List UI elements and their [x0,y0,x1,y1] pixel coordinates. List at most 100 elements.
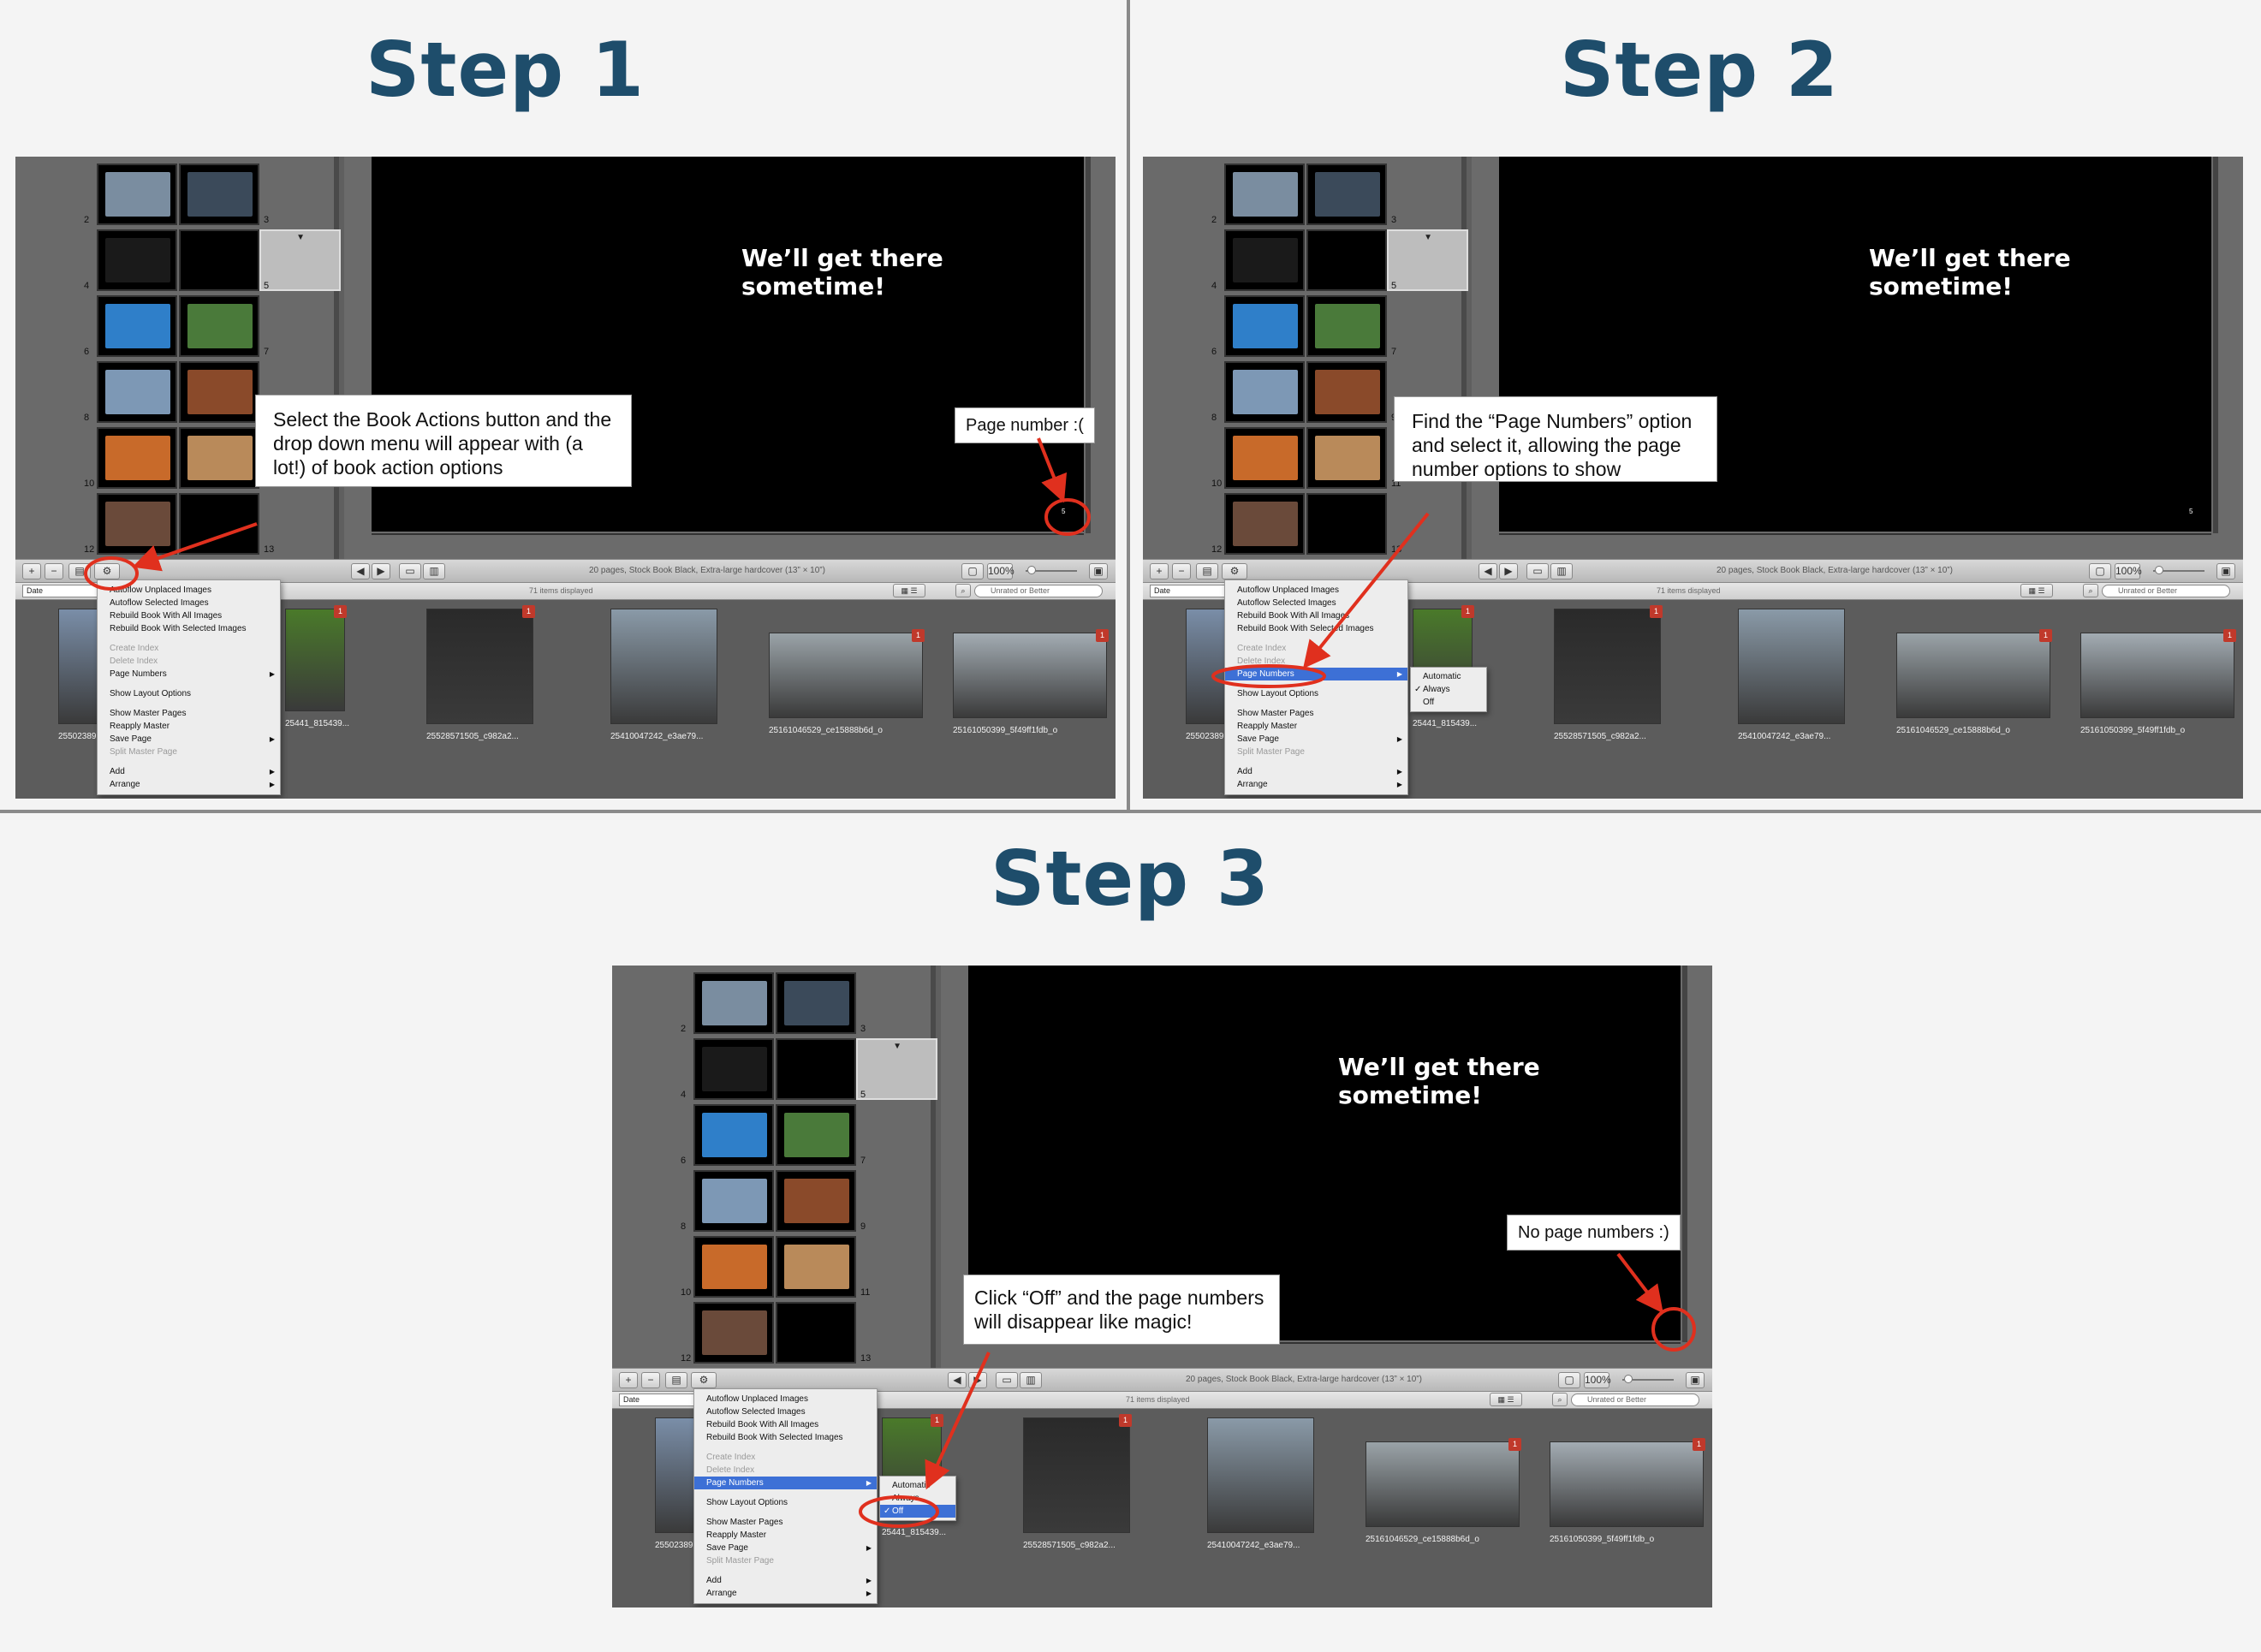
submenu-item[interactable]: Automatic [880,1479,955,1492]
fit-to-window-button[interactable]: ▢ [2089,563,2111,579]
page-thumbnail[interactable] [179,295,259,357]
browser-thumbnail[interactable]: 1 25161046529_ce15888b6d_o [1366,1438,1521,1544]
book-actions-menu[interactable]: Autoflow Unplaced Images Autoflow Selecte… [1224,579,1408,795]
page-spread[interactable]: ▼ [1224,229,1468,291]
page-thumbnail[interactable] [776,1302,856,1364]
book-actions-button[interactable]: ⚙ [94,563,120,579]
menu-item[interactable]: Show Layout Options [694,1496,877,1509]
browser-thumbnail[interactable]: 25502389 [655,1417,698,1550]
page-spread[interactable] [693,1104,856,1166]
previous-page-button[interactable]: ◀ [1479,563,1497,579]
page-spread[interactable] [1224,295,1387,357]
page-numbers-submenu[interactable]: Automatic ✓ Always Off [1410,667,1487,712]
page-caption[interactable]: We’ll get there sometime! [741,244,1084,300]
grid-view-button[interactable]: ▦ ☰ [893,584,925,597]
page-thumbnail[interactable] [1306,295,1387,357]
menu-item[interactable]: Arrange ▶ [98,778,280,791]
page-spread[interactable] [1224,163,1387,225]
vertical-scrollbar[interactable] [1682,966,1687,1342]
grid-view-button[interactable]: ▦ ☰ [1490,1393,1522,1406]
browser-thumbnail[interactable]: 1 25161046529_ce15888b6d_o [1896,629,2052,735]
page-thumbnail[interactable] [179,493,259,555]
page-layout-button[interactable]: ▤ [1196,563,1218,579]
menu-item[interactable]: Autoflow Selected Images [694,1405,877,1418]
fit-to-window-button[interactable]: ▢ [1558,1372,1580,1388]
page-thumbnail[interactable] [179,163,259,225]
page-spread[interactable]: ▼ [693,1038,937,1100]
menu-item[interactable]: Autoflow Selected Images [98,597,280,609]
vertical-scrollbar[interactable] [1086,157,1091,533]
previous-page-button[interactable]: ◀ [351,563,370,579]
remove-page-button[interactable]: − [1172,563,1191,579]
page-caption[interactable]: We’ll get there sometime! [1338,1053,1681,1109]
browser-thumbnail[interactable]: 25502389 [58,609,101,741]
single-page-view-button[interactable]: ▭ [996,1372,1018,1388]
rating-filter-field[interactable]: Unrated or Better [974,585,1103,597]
book-actions-menu[interactable]: Autoflow Unplaced Images Autoflow Selecte… [97,579,281,795]
menu-item[interactable]: Autoflow Unplaced Images [1225,584,1407,597]
book-actions-button[interactable]: ⚙ [1222,563,1247,579]
chevron-down-icon[interactable]: ▼ [296,233,305,242]
page-thumbnail[interactable] [776,1104,856,1166]
zoom-100-button[interactable]: 100% [1584,1372,1611,1388]
page-spread[interactable] [97,163,259,225]
menu-item[interactable]: Rebuild Book With All Images [1225,609,1407,622]
page-thumbnail[interactable] [693,1302,774,1364]
page-canvas[interactable]: We’ll get there sometime! 5 [1472,157,2243,559]
fullscreen-button[interactable]: ▣ [1089,563,1108,579]
fullscreen-button[interactable]: ▣ [1686,1372,1705,1388]
menu-item[interactable]: Add ▶ [1225,765,1407,778]
next-page-button[interactable]: ▶ [372,563,390,579]
page-thumbnail-pane[interactable]: 23▼45678910111213 [612,966,937,1368]
menu-item[interactable]: Show Layout Options [1225,687,1407,700]
page-caption[interactable]: We’ll get there sometime! [1869,244,2211,300]
browser-thumbnail[interactable]: 1 25528571505_c982a2... [1554,605,1663,741]
page-thumbnail[interactable] [1306,229,1387,291]
page-thumbnail[interactable] [1224,493,1305,555]
chevron-down-icon[interactable]: ▼ [1424,233,1432,242]
browser-thumbnail[interactable]: 1 25161046529_ce15888b6d_o [769,629,925,735]
spread-view-button[interactable]: ▥ [1020,1372,1042,1388]
search-icon[interactable]: ⌕ [955,584,971,597]
page-thumbnail[interactable] [693,972,774,1034]
menu-item[interactable]: Rebuild Book With Selected Images [694,1431,877,1444]
page-thumbnail[interactable] [1224,163,1305,225]
page-thumbnail[interactable] [776,1038,856,1100]
rating-filter-field[interactable]: Unrated or Better [1571,1394,1699,1406]
menu-item[interactable]: Show Master Pages [98,707,280,720]
submenu-item[interactable]: ✓ Always [1411,683,1486,696]
page-thumbnail[interactable] [179,427,259,489]
page-thumbnail[interactable] [1224,361,1305,423]
submenu-item[interactable]: ✓ Off [880,1505,955,1518]
page-thumbnail[interactable] [97,295,177,357]
add-page-button[interactable]: + [619,1372,638,1388]
browser-thumbnail[interactable]: 1 25161050399_5f49ff1fdb_o [1550,1438,1705,1544]
menu-item[interactable]: Page Numbers ▶ [694,1477,877,1489]
add-page-button[interactable]: + [22,563,41,579]
book-actions-button[interactable]: ⚙ [691,1372,717,1388]
page-thumbnail-pane[interactable]: 23▼45678910111213 [1143,157,1468,559]
single-page-view-button[interactable]: ▭ [1526,563,1549,579]
menu-item[interactable]: Rebuild Book With All Images [98,609,280,622]
menu-item[interactable]: Autoflow Selected Images [1225,597,1407,609]
menu-item[interactable]: Reapply Master [694,1529,877,1542]
page-spread[interactable]: ▼ [97,229,341,291]
page-spread[interactable] [693,1302,856,1364]
page-spread[interactable] [97,493,259,555]
page-spread[interactable] [97,295,259,357]
page-thumbnail[interactable] [776,972,856,1034]
menu-item[interactable]: Show Master Pages [1225,707,1407,720]
remove-page-button[interactable]: − [641,1372,660,1388]
page-spread[interactable] [97,427,259,489]
page-canvas[interactable]: We’ll get there sometime! 5 [344,157,1116,559]
page-thumbnail[interactable] [97,427,177,489]
page-thumbnail[interactable] [693,1038,774,1100]
page-thumbnail[interactable] [1224,427,1305,489]
spread-view-button[interactable]: ▥ [423,563,445,579]
vertical-scrollbar[interactable] [2213,157,2218,533]
menu-item[interactable]: Show Layout Options [98,687,280,700]
spread-view-button[interactable]: ▥ [1550,563,1573,579]
page-thumbnail[interactable] [97,361,177,423]
search-icon[interactable]: ⌕ [1552,1393,1568,1406]
remove-page-button[interactable]: − [45,563,63,579]
